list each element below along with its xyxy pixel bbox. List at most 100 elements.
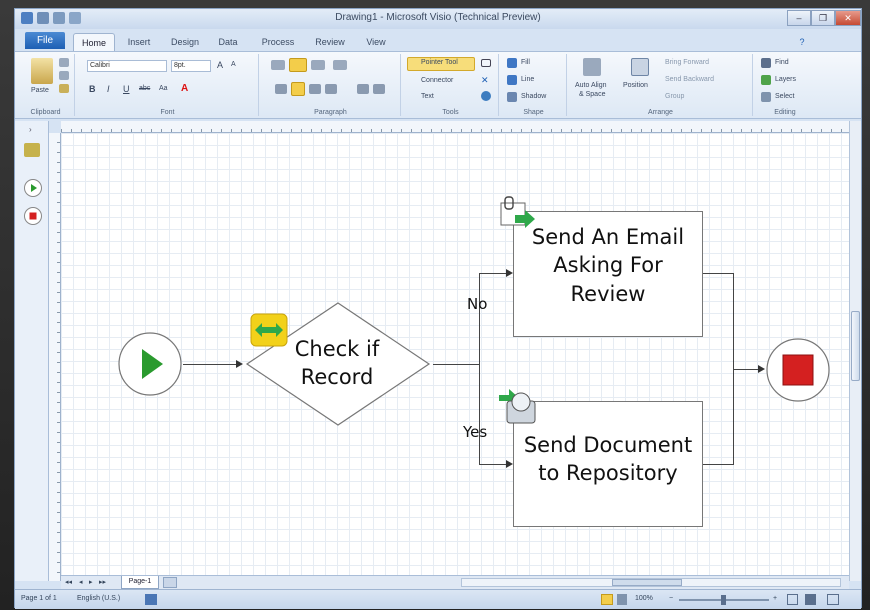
increase-indent-icon[interactable] — [373, 84, 385, 94]
layers-icon[interactable] — [761, 75, 771, 85]
fit-window-icon[interactable] — [787, 594, 798, 605]
change-case-button[interactable]: Aa — [159, 85, 168, 92]
find-icon[interactable] — [761, 58, 771, 68]
tools-group: Pointer Tool Connector Text ✕ Tools — [403, 54, 499, 116]
align-middle-icon[interactable] — [289, 58, 307, 72]
edge-document-merge — [703, 464, 733, 465]
arrowhead-end — [758, 365, 765, 373]
next-page-button[interactable]: ▸ — [89, 578, 93, 586]
close-button[interactable]: ✕ — [835, 10, 861, 26]
tools-group-label: Tools — [442, 109, 459, 116]
minimize-button[interactable]: – — [787, 10, 811, 26]
editing-group: Find Layers Select Editing — [755, 54, 815, 116]
font-group-label: Font — [160, 109, 175, 116]
stencil-icon[interactable] — [24, 143, 40, 157]
justify-icon[interactable] — [325, 84, 337, 94]
arrange-group: Auto Align & Space Position Bring Forwar… — [569, 54, 753, 116]
position-icon[interactable] — [631, 58, 649, 76]
italic-button[interactable]: I — [107, 84, 110, 94]
align-right-icon[interactable] — [309, 84, 321, 94]
shadow-icon[interactable] — [507, 92, 517, 102]
bullets-icon[interactable] — [333, 60, 347, 70]
paragraph-group-label: Paragraph — [314, 109, 347, 116]
rectangle-icon[interactable] — [481, 59, 491, 67]
tab-data[interactable]: Data — [211, 33, 245, 51]
tab-insert[interactable]: Insert — [119, 33, 159, 51]
last-page-button[interactable]: ▸▸ — [99, 578, 106, 586]
window-title: Drawing1 - Microsoft Visio (Technical Pr… — [335, 12, 541, 23]
vertical-ruler — [49, 133, 61, 581]
clipboard-group: Paste Clipboard — [17, 54, 75, 116]
help-icon[interactable]: ? — [795, 33, 809, 51]
tab-home[interactable]: Home — [73, 33, 115, 51]
shrink-font-button[interactable]: A — [231, 61, 236, 68]
font-color-button[interactable]: A — [181, 83, 188, 94]
document-task-label: Send Document to Repository — [523, 433, 693, 486]
first-page-button[interactable]: ◂◂ — [65, 578, 72, 586]
page-tabs-bar: ◂◂ ◂ ▸ ▸▸ Page-1 — [61, 575, 849, 589]
zoom-slider-knob[interactable] — [721, 595, 726, 605]
maximize-button[interactable]: ❐ — [811, 10, 835, 26]
pan-zoom-icon[interactable] — [827, 594, 839, 605]
switch-windows-icon[interactable] — [805, 594, 816, 605]
tab-process[interactable]: Process — [255, 33, 301, 51]
fit-page-icon[interactable] — [601, 594, 613, 605]
send-backward-button[interactable]: Send Backward — [665, 76, 714, 83]
vertical-scrollbar[interactable] — [849, 121, 861, 581]
paste-icon[interactable] — [31, 58, 53, 84]
align-center-icon[interactable] — [291, 82, 305, 96]
drawing-canvas[interactable]: Check if Record No Yes Send An Email Ask… — [61, 133, 849, 581]
auto-align-icon[interactable] — [583, 58, 601, 76]
connection-point-icon[interactable]: ✕ — [481, 75, 489, 86]
start-node[interactable] — [117, 331, 183, 397]
bring-forward-button[interactable]: Bring Forward — [665, 59, 709, 66]
line-icon[interactable] — [507, 75, 517, 85]
end-stop-icon — [782, 354, 814, 386]
edge-decision-split — [433, 364, 479, 365]
end-node[interactable] — [765, 337, 831, 403]
start-shape-icon[interactable] — [24, 179, 42, 197]
edge-no-branch — [479, 273, 507, 274]
horizontal-ruler — [61, 121, 849, 133]
insert-page-icon[interactable] — [163, 577, 177, 588]
previous-page-button[interactable]: ◂ — [79, 578, 83, 586]
tab-view[interactable]: View — [359, 33, 393, 51]
horizontal-scroll-thumb[interactable] — [612, 579, 682, 586]
macro-icon[interactable] — [145, 594, 157, 605]
cut-icon[interactable] — [59, 58, 69, 67]
font-family-select[interactable]: Calibri — [87, 60, 167, 72]
group-button[interactable]: Group — [665, 93, 684, 100]
select-icon[interactable] — [761, 92, 771, 102]
email-action-icon — [500, 196, 535, 228]
tab-design[interactable]: Design — [165, 33, 205, 51]
grow-font-button[interactable]: A — [217, 60, 223, 70]
presentation-mode-icon[interactable] — [617, 594, 627, 605]
text-tool[interactable]: Text — [421, 93, 434, 100]
tab-review[interactable]: Review — [309, 33, 351, 51]
horizontal-scrollbar[interactable] — [461, 578, 841, 587]
page-tab[interactable]: Page-1 — [121, 576, 159, 589]
auto-space-label: & Space — [579, 91, 606, 98]
crop-icon[interactable] — [481, 91, 491, 101]
vertical-scroll-thumb[interactable] — [851, 311, 860, 381]
bold-button[interactable]: B — [89, 84, 96, 94]
arrowhead-email — [506, 269, 513, 277]
end-shape-icon[interactable] — [24, 207, 42, 225]
file-tab[interactable]: File — [25, 32, 65, 49]
align-bottom-icon[interactable] — [311, 60, 325, 70]
expand-pane-icon[interactable]: › — [29, 125, 32, 134]
connector-tool[interactable]: Connector — [421, 77, 453, 84]
arrowhead-document — [506, 460, 513, 468]
font-size-select[interactable]: 8pt. — [171, 60, 211, 72]
strikethrough-button[interactable]: abc — [139, 85, 150, 92]
zoom-out-button[interactable]: − — [669, 595, 673, 602]
clipboard-group-label: Clipboard — [30, 109, 61, 116]
align-top-icon[interactable] — [271, 60, 285, 70]
fill-icon[interactable] — [507, 58, 517, 68]
format-painter-icon[interactable] — [59, 84, 69, 93]
align-left-icon[interactable] — [275, 84, 287, 94]
zoom-in-button[interactable]: + — [773, 595, 777, 602]
underline-button[interactable]: U — [123, 84, 130, 94]
decrease-indent-icon[interactable] — [357, 84, 369, 94]
copy-icon[interactable] — [59, 71, 69, 80]
